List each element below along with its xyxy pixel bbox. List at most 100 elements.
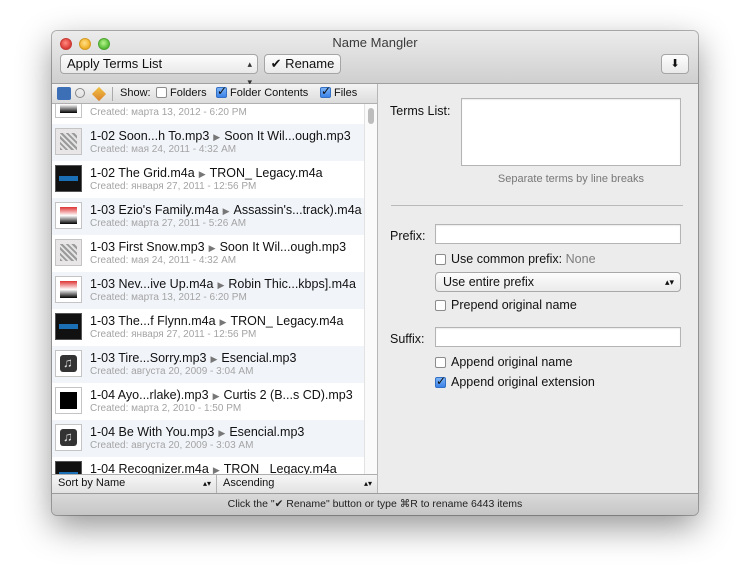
prefix-mode-select[interactable]: Use entire prefix ▴▾ [435,272,681,292]
mode-select[interactable]: Apply Terms List ▴ ▾ [60,54,258,87]
prepend-original-checkbox[interactable]: Prepend original name [435,298,577,312]
list-item[interactable]: 1-03 Ezio's Family.m4a ▶ Assassin's...trac… [52,198,364,235]
original-name: 1-03 Ezio's Family.m4a [90,203,219,217]
scrollbar-thumb[interactable] [368,108,374,124]
arrow-right-icon: ▶ [212,465,220,474]
terms-list-label: Terms List: [390,104,451,118]
common-prefix-value: None [565,252,596,266]
music-note-thumbnail [55,424,82,451]
finder-icon[interactable] [57,87,71,100]
created-date: Created: марта 13, 2012 - 6:20 PM [90,292,247,303]
created-date: Created: марта 13, 2012 - 6:20 PM [90,107,247,118]
list-item[interactable]: 1-03 Nev...ive Up.m4a ▶ Robin Thic...kbps]… [52,272,364,309]
original-name: 1-03 Nev...ive Up.m4a [90,277,214,291]
list-item[interactable]: 1-04 Ayo...rlake).mp3 ▶ Curtis 2 (B...s CD… [52,383,364,420]
created-date: Created: августа 20, 2009 - 3:04 AM [90,366,254,377]
original-name: 1-04 Be With You.mp3 [90,425,215,439]
new-name: TRON_ Legacy.m4a [230,314,344,328]
new-name: Assassin's...track).m4a [233,203,362,217]
folders-checkbox[interactable]: Folders [156,87,207,99]
prefix-mode-value: Use entire prefix [443,275,535,289]
arrow-right-icon: ▶ [218,428,226,438]
append-original-checkbox[interactable]: Append original name [435,355,573,369]
list-item[interactable]: 1-03 The...f Flynn.m4a ▶ TRON_ Legacy.m4a … [52,309,364,346]
album-art-thumbnail [55,104,82,118]
new-name: TRON_ Legacy.m4a [223,462,337,474]
new-name: TRON_ Legacy.m4a [209,166,323,180]
created-date: Created: мая 24, 2011 - 4:32 AM [90,144,237,155]
list-item[interactable]: 1-04 Recognizer.m4a ▶ TRON_ Legacy.m4a [52,457,364,474]
tag-icon[interactable] [91,86,107,102]
list-item[interactable]: 1-02 The Grid.m4a ▶ TRON_ Legacy.m4a Creat… [52,161,364,198]
music-note-thumbnail [55,350,82,377]
list-item[interactable]: 1-02 Soon...h To.mp3 ▶ Soon It Wil...ough.… [52,124,364,161]
album-art-thumbnail [55,239,82,266]
files-checkbox[interactable]: Files [320,84,357,99]
updown-arrows-icon: ▴▾ [363,479,372,488]
created-date: Created: мая 24, 2011 - 4:32 AM [90,255,237,266]
app-window: Name Mangler Apply Terms List ▴ ▾ ✔ Renam… [52,31,698,515]
arrow-right-icon: ▶ [222,206,230,216]
checkbox-unchecked-icon [435,300,446,311]
sort-by-value: Sort by Name [58,477,126,489]
original-name: 1-04 Recognizer.m4a [90,462,209,474]
list-item[interactable]: 1-03 First Snow.mp3 ▶ Soon It Wil...ough.m… [52,235,364,272]
append-extension-label: Append original extension [451,375,595,389]
updown-arrows-icon: ▴▾ [664,277,674,287]
album-art-thumbnail [55,313,82,340]
clear-icon[interactable] [75,88,85,98]
prefix-field[interactable] [435,224,681,244]
prepend-original-label: Prepend original name [451,298,577,312]
sort-bar: Sort by Name ▴▾ Ascending ▴▾ [52,474,377,493]
status-bar: Click the "✔ Rename" button or type ⌘R t… [52,493,698,515]
terms-hint: Separate terms by line breaks [497,173,645,185]
list-item[interactable]: Created: марта 13, 2012 - 6:20 PM [52,104,364,124]
arrow-right-icon: ▶ [219,317,227,327]
use-common-prefix-label: Use common prefix: [451,252,563,266]
mode-select-value: Apply Terms List [67,56,163,71]
arrow-right-icon: ▶ [213,132,221,142]
original-name: 1-03 Tire...Sorry.mp3 [90,351,207,365]
original-name: 1-03 First Snow.mp3 [90,240,205,254]
terms-list-textarea[interactable] [461,98,681,166]
list-item[interactable]: 1-04 Be With You.mp3▶Esencial.mp3 Create… [52,420,364,457]
prefix-label: Prefix: [390,229,426,243]
album-art-thumbnail [55,128,82,155]
album-art-thumbnail [55,165,82,192]
rename-button[interactable]: ✔ Rename [264,54,341,74]
suffix-label: Suffix: [390,332,425,346]
sort-order-select[interactable]: Ascending ▴▾ [217,475,377,493]
use-common-prefix-checkbox[interactable]: Use common prefix: None [435,252,596,266]
file-list[interactable]: Created: марта 13, 2012 - 6:20 PM 1-02 S… [52,104,364,474]
title-bar: Name Mangler Apply Terms List ▴ ▾ ✔ Renam… [52,31,698,87]
new-name: Soon It Wil...ough.mp3 [219,240,347,254]
arrow-right-icon: ▶ [212,391,220,401]
append-extension-checkbox[interactable]: Append original extension [435,374,595,389]
checkbox-unchecked-icon [435,254,446,265]
created-date: Created: марта 2, 2010 - 1:50 PM [90,403,242,414]
original-name: 1-02 The Grid.m4a [90,166,195,180]
sort-by-select[interactable]: Sort by Name ▴▾ [52,475,217,493]
sort-order-value: Ascending [223,477,275,489]
checkbox-unchecked-icon [156,87,167,98]
suffix-field[interactable] [435,327,681,347]
updown-arrows-icon: ▴▾ [202,479,211,488]
file-list-scrollbar[interactable] [364,104,377,474]
new-name: Esencial.mp3 [229,425,305,439]
file-browser-pane: Show: Folders Folder Contents Files Crea… [52,84,378,493]
export-button[interactable]: ⬇ [661,54,689,74]
album-art-thumbnail [55,202,82,229]
arrow-right-icon: ▶ [208,243,216,253]
album-art-thumbnail [55,461,82,474]
created-date: Created: марта 27, 2011 - 5:26 AM [90,218,247,229]
window-title: Name Mangler [332,35,418,50]
album-art-thumbnail [55,276,82,303]
created-date: Created: января 27, 2011 - 12:56 PM [90,329,257,340]
arrow-right-icon: ▶ [217,280,225,290]
new-name: Robin Thic...kbps].m4a [228,277,356,291]
checkbox-checked-icon [216,84,227,98]
options-pane: Terms List: Separate terms by line break… [378,84,698,493]
list-item[interactable]: 1-03 Tire...Sorry.mp3▶Esencial.mp3 Creat… [52,346,364,383]
created-date: Created: августа 20, 2009 - 3:03 AM [90,440,254,451]
folder-contents-checkbox[interactable]: Folder Contents [216,84,308,99]
